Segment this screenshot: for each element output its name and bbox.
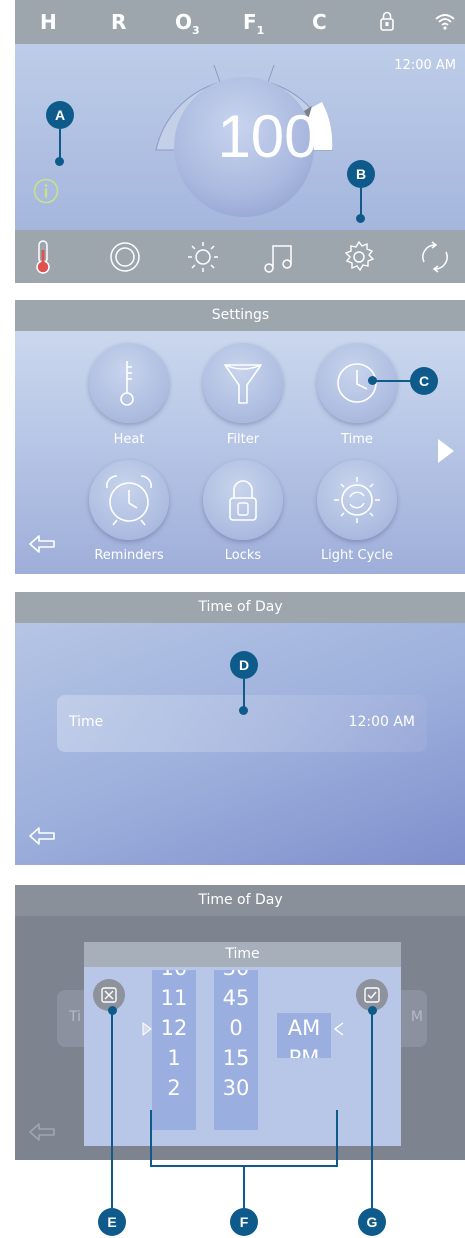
callout-e-line — [111, 1012, 113, 1208]
minute-option[interactable]: 45 — [214, 986, 258, 1010]
locks-button[interactable] — [203, 460, 283, 540]
temperature-readout: 100 — [217, 103, 318, 170]
clock-icon — [337, 363, 377, 403]
back-arrow-icon — [29, 1123, 55, 1141]
hour-option[interactable]: 10 — [152, 970, 196, 980]
sun-icon[interactable] — [183, 238, 223, 276]
callout-f-bracket-right — [336, 1110, 338, 1167]
time-label: Time — [341, 432, 373, 447]
time-row-value-dimmed: M — [410, 1009, 423, 1025]
minute-option[interactable]: 15 — [214, 1046, 258, 1070]
hour-option[interactable]: 2 — [152, 1076, 196, 1100]
time-row-label: Time — [69, 714, 104, 730]
light-cycle-button[interactable] — [317, 460, 397, 540]
status-r: R — [111, 10, 127, 34]
info-icon[interactable] — [33, 178, 59, 204]
music-icon[interactable] — [260, 238, 300, 276]
alarm-clock-icon — [106, 475, 152, 526]
time-of-day-title-dimmed: Time of Day — [15, 885, 465, 916]
ampm-option[interactable]: PM — [277, 1046, 331, 1058]
callout-d-line — [243, 679, 245, 709]
minute-option[interactable]: 30 — [214, 1076, 258, 1100]
back-arrow-icon[interactable] — [27, 825, 57, 847]
minute-scroller[interactable]: 30 45 0 15 30 — [214, 970, 258, 1130]
time-row-label-dimmed: Ti — [69, 1009, 82, 1025]
time-row-value: 12:00 AM — [348, 714, 415, 730]
filter-label: Filter — [226, 432, 260, 447]
callout-c-dot — [368, 376, 377, 385]
callout-b: B — [347, 160, 375, 188]
thermometer-icon — [120, 361, 134, 406]
callout-d-dot — [239, 706, 248, 715]
main-screen-panel: H R O3 F1 C 12:00 AM 100 — [15, 0, 465, 283]
thermometer-icon[interactable] — [23, 238, 63, 276]
gear-icon[interactable] — [339, 238, 379, 276]
status-o3: O3 — [175, 10, 200, 37]
hour-option-selected[interactable]: 12 — [152, 1016, 196, 1040]
light-cycle-icon — [334, 477, 380, 523]
status-f1: F1 — [243, 10, 265, 37]
lock-icon — [380, 11, 394, 31]
hour-scroller[interactable]: 10 11 12 1 2 — [152, 970, 196, 1130]
ampm-scroller[interactable]: AM PM — [277, 1013, 331, 1058]
time-of-day-title: Time of Day — [15, 592, 465, 623]
status-c: C — [312, 10, 327, 34]
filter-icon — [224, 364, 262, 404]
time-picker-panel: Time of Day Ti M Time 10 11 12 1 2 30 45… — [15, 885, 465, 1160]
callout-g-line — [371, 1012, 373, 1208]
time-row[interactable]: Time 12:00 AM — [57, 695, 427, 752]
minute-option-selected[interactable]: 0 — [214, 1016, 258, 1040]
rotate-icon[interactable] — [415, 238, 455, 276]
reminders-button[interactable] — [89, 460, 169, 540]
time-button[interactable] — [317, 343, 397, 423]
callout-f-bracket-left — [150, 1110, 152, 1167]
callout-e: E — [98, 1208, 126, 1236]
callout-b-dot — [356, 214, 365, 223]
minute-option[interactable]: 30 — [214, 970, 258, 980]
back-arrow-icon[interactable] — [27, 533, 57, 555]
heat-label: Heat — [113, 432, 145, 447]
selection-marker-left-icon — [142, 1022, 152, 1036]
lock-icon — [229, 480, 257, 521]
time-dialog-title: Time — [84, 942, 401, 967]
callout-a: A — [46, 101, 74, 129]
status-bar: H R O3 F1 C — [15, 0, 465, 44]
locks-label: Locks — [224, 548, 262, 563]
callout-g: G — [358, 1208, 386, 1236]
ampm-option-selected[interactable]: AM — [277, 1016, 331, 1040]
callout-c: C — [410, 367, 438, 395]
next-page-arrow-icon[interactable] — [435, 436, 457, 466]
callout-f: F — [230, 1208, 258, 1236]
hour-option[interactable]: 1 — [152, 1046, 196, 1070]
settings-panel: Settings Heat Filter Time Reminders Lock… — [15, 300, 465, 574]
callout-f-line — [243, 1165, 245, 1208]
bottom-nav-bar — [15, 230, 465, 283]
light-cycle-label: Light Cycle — [320, 548, 394, 563]
callout-a-dot — [55, 157, 64, 166]
reminders-label: Reminders — [94, 548, 164, 563]
time-of-day-panel: Time of Day Time 12:00 AM — [15, 592, 465, 865]
wifi-icon — [435, 14, 455, 30]
callout-d: D — [230, 651, 258, 679]
heat-button[interactable] — [89, 343, 169, 423]
status-h: H — [40, 10, 57, 34]
hour-option[interactable]: 11 — [152, 986, 196, 1010]
circle-target-icon[interactable] — [105, 238, 145, 276]
settings-title: Settings — [15, 300, 465, 331]
selection-marker-right-icon — [333, 1022, 344, 1036]
filter-button[interactable] — [203, 343, 283, 423]
clock-readout: 12:00 AM — [394, 58, 456, 73]
